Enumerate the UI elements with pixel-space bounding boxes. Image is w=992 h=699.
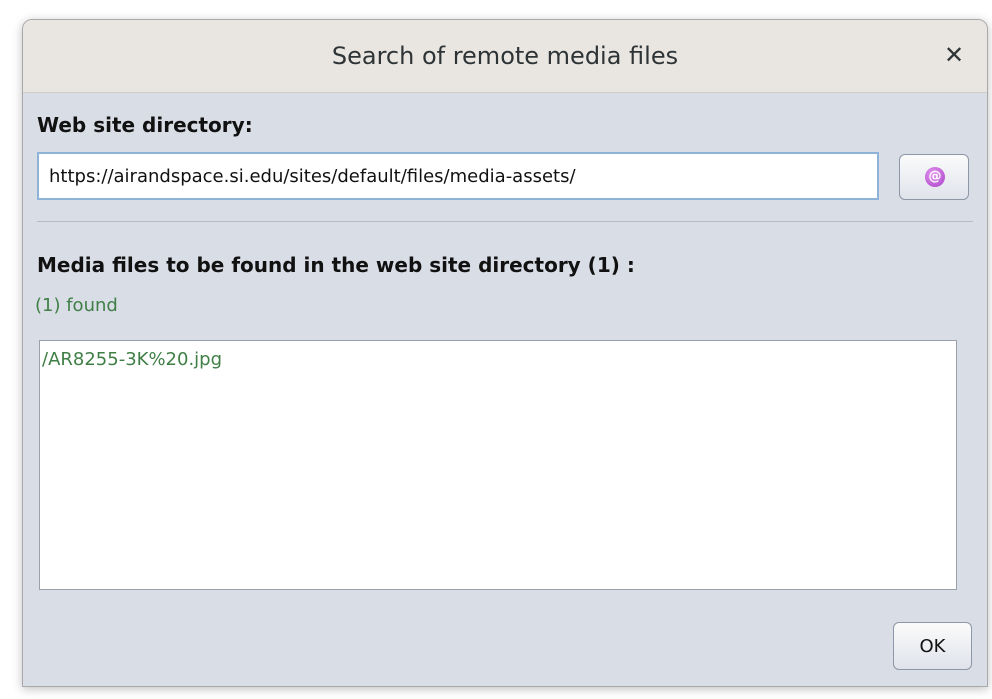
close-icon[interactable]: ✕ — [939, 40, 969, 70]
media-files-list[interactable]: /AR8255-3K%20.jpg — [39, 340, 957, 590]
web-site-directory-label: Web site directory: — [37, 113, 253, 137]
web-site-directory-input[interactable] — [37, 152, 879, 200]
media-files-label: Media files to be found in the web site … — [37, 253, 635, 277]
ok-button[interactable]: OK — [893, 622, 972, 670]
search-remote-media-dialog: Search of remote media files ✕ Web site … — [22, 19, 988, 687]
section-divider — [37, 221, 973, 222]
browse-url-button[interactable]: @ — [899, 154, 969, 200]
dialog-title: Search of remote media files — [331, 42, 679, 70]
at-sign-icon: @ — [925, 167, 945, 187]
list-item[interactable]: /AR8255-3K%20.jpg — [42, 345, 954, 375]
dialog-titlebar[interactable]: Search of remote media files ✕ — [23, 20, 987, 93]
found-count-text: (1) found — [35, 295, 118, 316]
